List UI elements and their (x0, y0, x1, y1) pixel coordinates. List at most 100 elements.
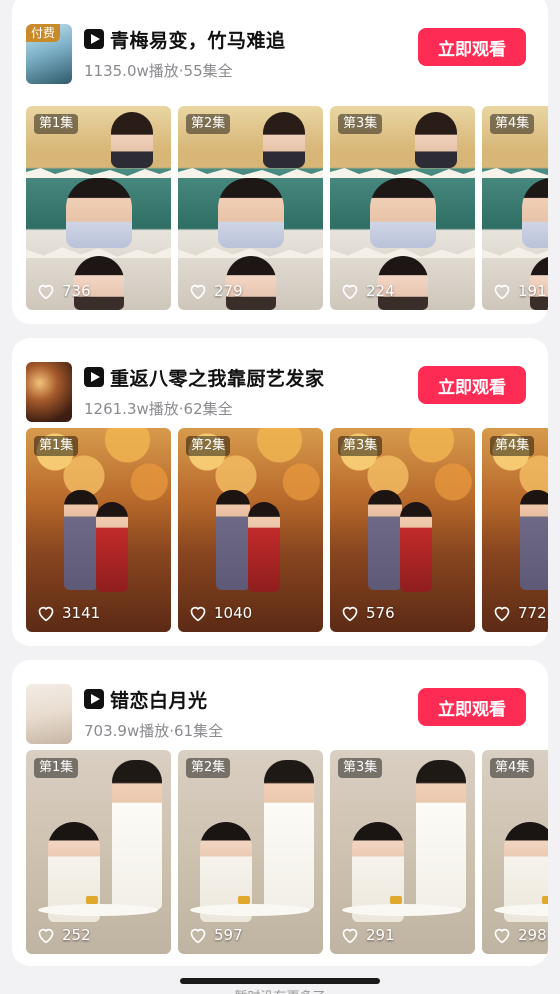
poster-tear (330, 168, 475, 178)
poster-figure (218, 178, 284, 248)
episode-label: 第4集 (490, 758, 535, 778)
like-count-value: 3141 (62, 604, 101, 622)
watch-now-button[interactable]: 立即观看 (418, 366, 526, 404)
poster-figure (400, 502, 432, 592)
poster-tear (26, 168, 171, 178)
poster-tear (482, 168, 548, 178)
episode-thumbnail[interactable]: 第3集 576 (330, 428, 475, 632)
drama-card[interactable]: 重返八零之我靠厨艺发家 1261.3w播放·62集全 立即观看 第1集 3141… (12, 338, 548, 646)
poster-figure (264, 760, 314, 910)
drama-meta: 1261.3w播放·62集全 (84, 400, 233, 418)
episode-thumbnail[interactable]: 第1集 3141 (26, 428, 171, 632)
heart-icon (494, 928, 510, 944)
episode-label: 第4集 (490, 436, 535, 456)
watch-now-button[interactable]: 立即观看 (418, 28, 526, 66)
home-indicator[interactable] (180, 978, 380, 984)
episode-thumbnail[interactable]: 第4集 772 (482, 428, 548, 632)
episode-list: 第1集 3141 第2集 1040 第3集 576 第4集 772 (26, 428, 548, 632)
heart-icon (38, 284, 54, 300)
play-logo-icon (84, 29, 104, 49)
episode-thumbnail[interactable]: 第2集 279 (178, 106, 323, 310)
poster-cup (86, 896, 98, 904)
like-count: 252 (36, 926, 91, 944)
like-count-value: 291 (366, 926, 395, 944)
like-count: 191 (492, 282, 547, 300)
drama-card[interactable]: 错恋白月光 703.9w播放·61集全 立即观看 第1集 252 第2集 597 (12, 660, 548, 966)
poster-table (342, 904, 462, 916)
drama-cover[interactable]: 付费 (26, 24, 72, 84)
poster-figure (522, 178, 548, 248)
poster-table (190, 904, 310, 916)
episode-thumbnail[interactable]: 第3集 291 (330, 750, 475, 954)
drama-header: 付费 青梅易变，竹马难追 1135.0w播放·55集全 立即观看 (12, 14, 548, 104)
poster-figure (64, 490, 98, 590)
title-row: 错恋白月光 (84, 684, 208, 714)
like-count: 576 (340, 604, 395, 622)
like-count: 597 (188, 926, 243, 944)
episode-label: 第3集 (338, 758, 383, 778)
heart-icon (494, 284, 510, 300)
episode-label: 第3集 (338, 114, 383, 134)
drama-cover[interactable] (26, 684, 72, 744)
like-count: 1040 (188, 604, 252, 622)
heart-icon (38, 928, 54, 944)
like-count-value: 576 (366, 604, 395, 622)
drama-title[interactable]: 青梅易变，竹马难追 (110, 26, 286, 53)
drama-title[interactable]: 重返八零之我靠厨艺发家 (110, 364, 325, 391)
heart-icon (342, 928, 358, 944)
like-count-value: 1040 (214, 604, 253, 622)
like-count: 279 (188, 282, 243, 300)
drama-card[interactable]: 付费 青梅易变，竹马难追 1135.0w播放·55集全 立即观看 第1集 736 (12, 0, 548, 324)
like-count-value: 772 (518, 604, 547, 622)
poster-table (38, 904, 158, 916)
poster-cup (542, 896, 548, 904)
poster-figure (416, 760, 466, 910)
heart-icon (342, 606, 358, 622)
drama-meta: 1135.0w播放·55集全 (84, 62, 233, 80)
title-row: 重返八零之我靠厨艺发家 (84, 362, 325, 392)
heart-icon (38, 606, 54, 622)
episode-thumbnail[interactable]: 第3集 224 (330, 106, 475, 310)
poster-figure (415, 112, 457, 168)
like-count-value: 252 (62, 926, 91, 944)
poster-figure (66, 178, 132, 248)
like-count: 224 (340, 282, 395, 300)
episode-label: 第4集 (490, 114, 535, 134)
poster-figure (370, 178, 436, 248)
like-count-value: 597 (214, 926, 243, 944)
episode-list: 第1集 736 第2集 279 第3集 224 第4集 191 (26, 106, 548, 310)
like-count: 3141 (36, 604, 100, 622)
paid-badge: 付费 (26, 24, 61, 42)
episode-thumbnail[interactable]: 第2集 1040 (178, 428, 323, 632)
play-logo-icon (84, 689, 104, 709)
episode-thumbnail[interactable]: 第2集 597 (178, 750, 323, 954)
heart-icon (190, 284, 206, 300)
drama-title[interactable]: 错恋白月光 (110, 686, 208, 713)
poster-figure (216, 490, 250, 590)
like-count-value: 224 (366, 282, 395, 300)
like-count-value: 279 (214, 282, 243, 300)
episode-list: 第1集 252 第2集 597 第3集 291 第4集 298 (26, 750, 548, 954)
watch-now-button[interactable]: 立即观看 (418, 688, 526, 726)
episode-label: 第1集 (34, 114, 79, 134)
drama-cover[interactable] (26, 362, 72, 422)
episode-thumbnail[interactable]: 第4集 298 (482, 750, 548, 954)
poster-figure (520, 490, 548, 590)
like-count-value: 298 (518, 926, 547, 944)
poster-figure (111, 112, 153, 168)
like-count: 772 (492, 604, 547, 622)
poster-tear (178, 168, 323, 178)
play-logo-icon (84, 367, 104, 387)
like-count: 291 (340, 926, 395, 944)
title-row: 青梅易变，竹马难追 (84, 24, 286, 54)
like-count: 736 (36, 282, 91, 300)
like-count: 298 (492, 926, 547, 944)
poster-cup (238, 896, 250, 904)
like-count-value: 191 (518, 282, 547, 300)
episode-label: 第2集 (186, 758, 231, 778)
poster-table (494, 904, 548, 916)
episode-thumbnail[interactable]: 第1集 252 (26, 750, 171, 954)
episode-label: 第2集 (186, 114, 231, 134)
episode-thumbnail[interactable]: 第4集 191 (482, 106, 548, 310)
episode-thumbnail[interactable]: 第1集 736 (26, 106, 171, 310)
